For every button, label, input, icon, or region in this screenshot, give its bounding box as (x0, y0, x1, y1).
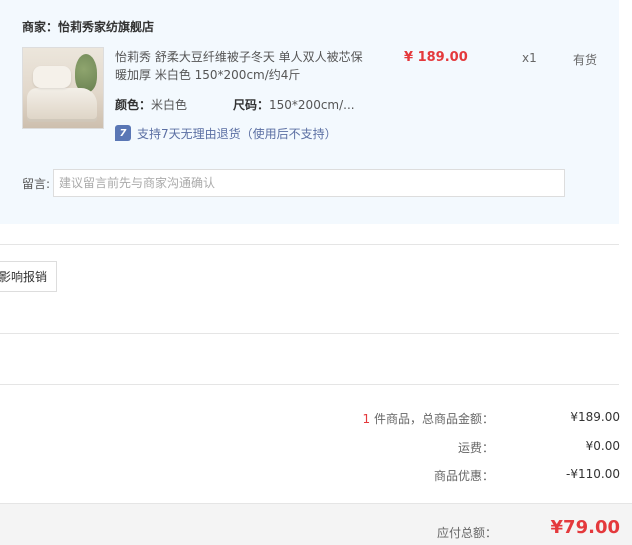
total-value: ¥79.00 (550, 517, 620, 538)
summary-shipping-row: 运费： ¥0.00 (260, 439, 620, 455)
message-label: 留言: (22, 177, 51, 191)
shop-section: 商家：怡莉秀家纺旗舰店 怡莉秀 舒柔大豆纤维被子冬天 单人双人被芯保暖加厚 米白… (0, 0, 619, 224)
divider (0, 333, 619, 334)
size-attribute: 尺码：150*200cm/... (233, 96, 355, 113)
shop-label: 商家： (22, 20, 59, 34)
total-label: 应付总额： (437, 526, 498, 540)
goods-total-label: 1 件商品，总商品金额： (294, 410, 494, 426)
product-thumbnail[interactable] (22, 47, 104, 129)
divider (0, 384, 619, 385)
product-quantity: x1 (522, 51, 537, 65)
discount-value: -¥110.00 (566, 467, 620, 481)
color-label: 颜色： (115, 98, 152, 112)
thumbnail-plant (75, 54, 97, 92)
goods-total-value: ¥189.00 (570, 410, 620, 424)
return-policy-text: 支持7天无理由退货（使用后不支持） (137, 126, 337, 141)
shop-header: 商家：怡莉秀家纺旗舰店 (22, 18, 154, 35)
invoice-button[interactable]: 影响报销 (0, 261, 57, 292)
divider (0, 244, 619, 245)
item-count-suffix: 件商品，总商品金额： (370, 412, 494, 426)
size-value: 150*200cm/... (269, 98, 355, 112)
shipping-label: 运费： (457, 441, 494, 455)
thumbnail-quilt (27, 88, 97, 122)
shipping-value: ¥0.00 (585, 439, 620, 453)
discount-label: 商品优惠： (433, 469, 494, 483)
product-price: ¥ 189.00 (404, 50, 468, 65)
summary-discount-row: 商品优惠： -¥110.00 (260, 467, 620, 483)
seven-day-return-icon: 7 (115, 125, 131, 141)
total-bar: 应付总额： ¥79.00 (0, 503, 632, 545)
return-policy[interactable]: 7 支持7天无理由退货（使用后不支持） (115, 124, 337, 142)
thumbnail-pillow (33, 66, 71, 88)
stock-status: 有货 (573, 53, 598, 67)
product-attributes: 颜色：米白色 尺码：150*200cm/... (115, 96, 355, 113)
summary-goods-row: 1 件商品，总商品金额： ¥189.00 (260, 410, 620, 426)
product-title[interactable]: 怡莉秀 舒柔大豆纤维被子冬天 单人双人被芯保暖加厚 米白色 150*200cm/… (115, 48, 363, 84)
size-label: 尺码： (233, 98, 270, 112)
order-confirmation: 商家：怡莉秀家纺旗舰店 怡莉秀 舒柔大豆纤维被子冬天 单人双人被芯保暖加厚 米白… (0, 0, 632, 545)
message-input[interactable] (53, 169, 565, 197)
shop-name[interactable]: 怡莉秀家纺旗舰店 (58, 20, 154, 34)
color-value: 米白色 (151, 98, 188, 112)
